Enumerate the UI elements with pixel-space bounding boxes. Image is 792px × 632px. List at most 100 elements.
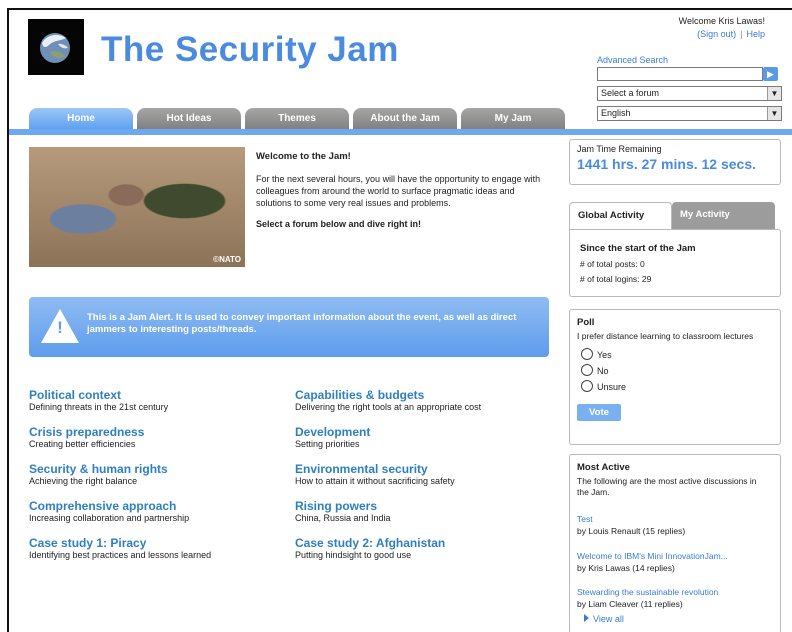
forum-desc: Delivering the right tools at an appropr… — [295, 402, 482, 412]
poll-option-yes[interactable]: Yes — [581, 348, 612, 360]
sign-out-link[interactable]: (Sign out) — [697, 29, 736, 39]
header-links: (Sign out) | Help — [697, 29, 765, 39]
jam-alert: ! This is a Jam Alert. It is used to con… — [29, 297, 549, 357]
photo-credit: ©NATO — [213, 255, 241, 264]
discussion-byline: by Kris Lawas (14 replies) — [577, 563, 675, 573]
view-all-link[interactable]: View all — [584, 614, 624, 624]
most-active-heading: Most Active — [577, 462, 630, 473]
poll-heading: Poll — [577, 317, 595, 328]
chevron-down-icon: ▼ — [767, 107, 781, 120]
poll-option-label: No — [597, 366, 609, 376]
alert-text: This is a Jam Alert. It is used to conve… — [87, 312, 517, 335]
forum-environmental-security[interactable]: Environmental security How to attain it … — [295, 462, 555, 487]
most-active-intro: The following are the most active discus… — [577, 476, 757, 497]
tab-my-jam[interactable]: My Jam — [461, 108, 565, 130]
link-separator: | — [740, 29, 743, 39]
list-item: Stewarding the sustainable revolution by… — [577, 586, 777, 610]
tab-themes[interactable]: Themes — [245, 108, 349, 130]
forum-political-context[interactable]: Political context Defining threats in th… — [29, 388, 289, 413]
poll-option-unsure[interactable]: Unsure — [581, 380, 626, 392]
search-input[interactable] — [597, 67, 763, 81]
forum-development[interactable]: Development Setting priorities — [295, 425, 555, 450]
activity-panel: Since the start of the Jam # of total po… — [569, 229, 781, 297]
forum-desc: Defining threats in the 21st century — [29, 402, 169, 412]
view-all-label: View all — [593, 614, 624, 624]
forum-select[interactable]: Select a forum ▼ — [597, 86, 782, 101]
tab-about-the-jam[interactable]: About the Jam — [353, 108, 457, 130]
intro-heading: Welcome to the Jam! — [256, 151, 351, 162]
discussion-byline: by Louis Renault (15 replies) — [577, 526, 686, 536]
exclamation-icon: ! — [57, 318, 63, 337]
forum-rising-powers[interactable]: Rising powers China, Russia and India — [295, 499, 555, 524]
forum-security-human-rights[interactable]: Security & human rights Achieving the ri… — [29, 462, 289, 487]
advanced-search-link[interactable]: Advanced Search — [597, 55, 668, 65]
tab-hot-ideas[interactable]: Hot Ideas — [137, 108, 241, 130]
forum-case-study-piracy[interactable]: Case study 1: Piracy Identifying best pr… — [29, 536, 289, 561]
most-active-panel: Most Active The following are the most a… — [569, 454, 781, 632]
help-link[interactable]: Help — [746, 29, 765, 39]
poll-panel: Poll I prefer distance learning to class… — [569, 309, 781, 445]
total-logins: # of total logins: 29 — [580, 274, 652, 284]
radio-button[interactable] — [581, 348, 593, 360]
forum-desc: Increasing collaboration and partnership — [29, 513, 190, 523]
forum-desc: Creating better efficiencies — [29, 439, 136, 449]
hero-photo: ©NATO — [29, 147, 245, 267]
poll-question: I prefer distance learning to classroom … — [577, 331, 754, 341]
discussion-link[interactable]: Stewarding the sustainable revolution — [577, 586, 777, 598]
forum-select-value: Select a forum — [601, 88, 660, 98]
forum-desc: How to attain it without sacrificing saf… — [295, 476, 455, 486]
tab-my-activity[interactable]: My Activity — [672, 202, 775, 230]
list-item: Welcome to IBM's Mini InnovationJam... b… — [577, 550, 777, 574]
forum-comprehensive-approach[interactable]: Comprehensive approach Increasing collab… — [29, 499, 289, 524]
forum-desc: Achieving the right balance — [29, 476, 138, 486]
page-frame: The Security Jam Welcome Kris Lawas! (Si… — [7, 8, 792, 632]
forum-desc: Setting priorities — [295, 439, 360, 449]
welcome-intro: Welcome to the Jam! For the next several… — [256, 151, 546, 230]
discussion-link[interactable]: Welcome to IBM's Mini InnovationJam... — [577, 550, 777, 562]
list-item: Test by Louis Renault (15 replies) — [577, 513, 777, 537]
forum-case-study-afghanistan[interactable]: Case study 2: Afghanistan Putting hindsi… — [295, 536, 555, 561]
forum-title[interactable]: Case study 2: Afghanistan — [295, 536, 555, 550]
poll-option-label: Unsure — [597, 382, 627, 392]
language-select[interactable]: English ▼ — [597, 106, 782, 121]
total-posts: # of total posts: 0 — [580, 259, 645, 269]
forum-desc: Identifying best practices and lessons l… — [29, 550, 212, 560]
radio-button[interactable] — [581, 380, 593, 392]
forum-title[interactable]: Rising powers — [295, 499, 555, 513]
triangle-right-icon — [584, 614, 589, 622]
intro-body: For the next several hours, you will hav… — [256, 174, 541, 208]
radio-button[interactable] — [581, 364, 593, 376]
poll-option-label: Yes — [597, 350, 612, 360]
intro-cta: Select a forum below and dive right in! — [256, 219, 422, 229]
welcome-text: Welcome Kris Lawas! — [678, 16, 765, 26]
forum-title[interactable]: Crisis preparedness — [29, 425, 289, 439]
forum-title[interactable]: Capabilities & budgets — [295, 388, 555, 402]
earth-logo-icon[interactable] — [28, 19, 84, 75]
vote-button[interactable]: Vote — [577, 404, 621, 421]
forum-title[interactable]: Environmental security — [295, 462, 555, 476]
app-title: The Security Jam — [101, 30, 399, 69]
forum-title[interactable]: Political context — [29, 388, 289, 402]
chevron-down-icon: ▼ — [767, 87, 781, 100]
jam-time-value: 1441 hrs. 27 mins. 12 secs. — [577, 156, 757, 172]
forum-title[interactable]: Comprehensive approach — [29, 499, 289, 513]
forum-title[interactable]: Security & human rights — [29, 462, 289, 476]
jam-time-label: Jam Time Remaining — [577, 144, 662, 154]
search-go-button[interactable]: ▶ — [763, 67, 778, 81]
play-arrow-icon: ▶ — [767, 69, 774, 79]
forum-crisis-preparedness[interactable]: Crisis preparedness Creating better effi… — [29, 425, 289, 450]
forum-title[interactable]: Development — [295, 425, 555, 439]
tab-global-activity[interactable]: Global Activity — [569, 202, 672, 230]
nav-bar — [9, 129, 792, 135]
forum-title[interactable]: Case study 1: Piracy — [29, 536, 289, 550]
discussion-link[interactable]: Test — [577, 513, 777, 525]
forum-desc: China, Russia and India — [295, 513, 391, 523]
poll-option-no[interactable]: No — [581, 364, 609, 376]
jam-time-panel: Jam Time Remaining 1441 hrs. 27 mins. 12… — [569, 139, 781, 185]
forum-desc: Putting hindsight to good use — [295, 550, 412, 560]
forum-capabilities-budgets[interactable]: Capabilities & budgets Delivering the ri… — [295, 388, 555, 413]
discussion-byline: by Liam Cleaver (11 replies) — [577, 599, 683, 609]
language-select-value: English — [601, 108, 631, 118]
tab-home[interactable]: Home — [29, 108, 133, 130]
activity-heading: Since the start of the Jam — [580, 243, 696, 254]
